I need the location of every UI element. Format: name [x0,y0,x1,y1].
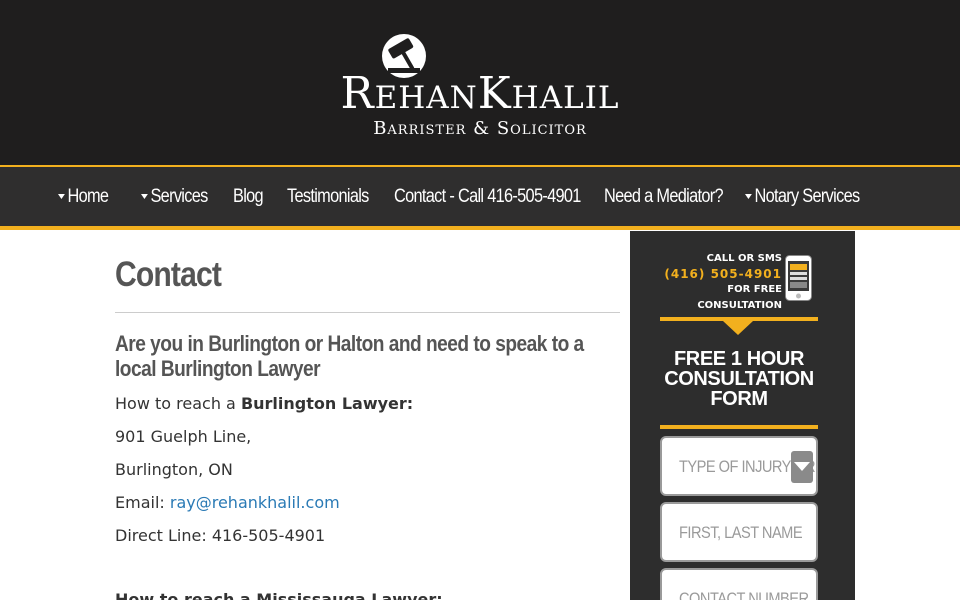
divider [115,312,620,313]
nav-item-label: Testimonials [287,185,369,207]
nav-list: Home Services Blog Testimonials Contact … [58,167,865,226]
form-title: FREE 1 HOUR CONSULTATION FORM [660,349,818,409]
address-line-2: Burlington, ON [115,460,233,479]
name-input[interactable]: FIRST, LAST NAME [660,502,818,562]
caret-down-icon [58,194,65,199]
logo-tagline: Barrister & Solicitor [373,118,587,139]
nav-item-label: Contact - Call 416-505-4901 [394,185,581,207]
form-title-line: CONSULTATION [664,368,814,390]
accent-bar [660,425,818,429]
cta-line: CALL OR SMS [706,253,782,264]
nav-item-services[interactable]: Services [141,186,220,208]
direct-line: Direct Line: 416-505-4901 [115,526,326,545]
nav-item-contact[interactable]: Contact - Call 416-505-4901 [394,186,581,208]
logo-name: RehanKhalil [340,68,620,119]
site-header: RehanKhalil Barrister & Solicitor [0,0,960,165]
reach-burlington-text: How to reach a Burlington Lawyer: [115,394,413,413]
nav-item-notary-services[interactable]: Notary Services [745,186,860,208]
nav-item-mediator[interactable]: Need a Mediator? [604,186,725,208]
email-link[interactable]: ray@rehankhalil.com [170,493,340,512]
consultation-sidebar: CALL OR SMS (416) 505-4901 FOR FREE CONS… [630,231,855,600]
cta-line: CONSULTATION [697,300,782,312]
reach-mississauga-text: How to reach a Mississauga Lawyer: [115,590,443,600]
nav-item-label: Home [67,185,109,207]
nav-item-label: Notary Services [754,185,860,207]
nav-item-blog[interactable]: Blog [233,186,279,208]
caret-down-icon [745,194,752,199]
reach-prefix: How to reach a [115,394,241,413]
nav-item-label: Services [150,185,208,207]
address-line-1: 901 Guelph Line, [115,427,252,446]
form-title-line: FREE 1 HOUR [673,348,805,370]
chevron-down-icon[interactable] [791,451,813,483]
form-title-line: FORM [710,388,768,410]
reach-location: Mississauga Lawyer: [256,590,443,600]
arrow-down-icon [723,321,753,335]
email-label: Email: [115,493,170,512]
contact-number-input[interactable]: CONTACT NUMBER [660,568,818,600]
cta-text: CALL OR SMS (416) 505-4901 FOR FREE CONS… [664,251,782,314]
reach-prefix: How to reach a [115,590,257,600]
caret-down-icon [141,194,148,199]
call-cta[interactable]: CALL OR SMS (416) 505-4901 FOR FREE CONS… [630,231,855,319]
injury-type-select[interactable]: TYPE OF INJURY OR [660,436,818,496]
cta-phone[interactable]: (416) 505-4901 [664,267,782,283]
main-nav: Home Services Blog Testimonials Contact … [0,165,960,230]
section-heading: Are you in Burlington or Halton and need… [115,331,584,381]
input-placeholder: FIRST, LAST NAME [679,523,803,542]
smartphone-icon [785,255,812,301]
nav-item-label: Need a Mediator? [604,185,724,207]
reach-location: Burlington Lawyer: [240,394,414,413]
input-placeholder: CONTACT NUMBER [679,589,809,600]
page-title: Contact [115,255,222,294]
nav-item-home[interactable]: Home [58,186,129,208]
email-line: Email: ray@rehankhalil.com [115,493,340,512]
nav-item-label: Blog [233,185,264,207]
site-logo[interactable]: RehanKhalil Barrister & Solicitor [305,30,655,142]
cta-line: FOR FREE [727,284,782,296]
nav-item-testimonials[interactable]: Testimonials [287,186,379,208]
